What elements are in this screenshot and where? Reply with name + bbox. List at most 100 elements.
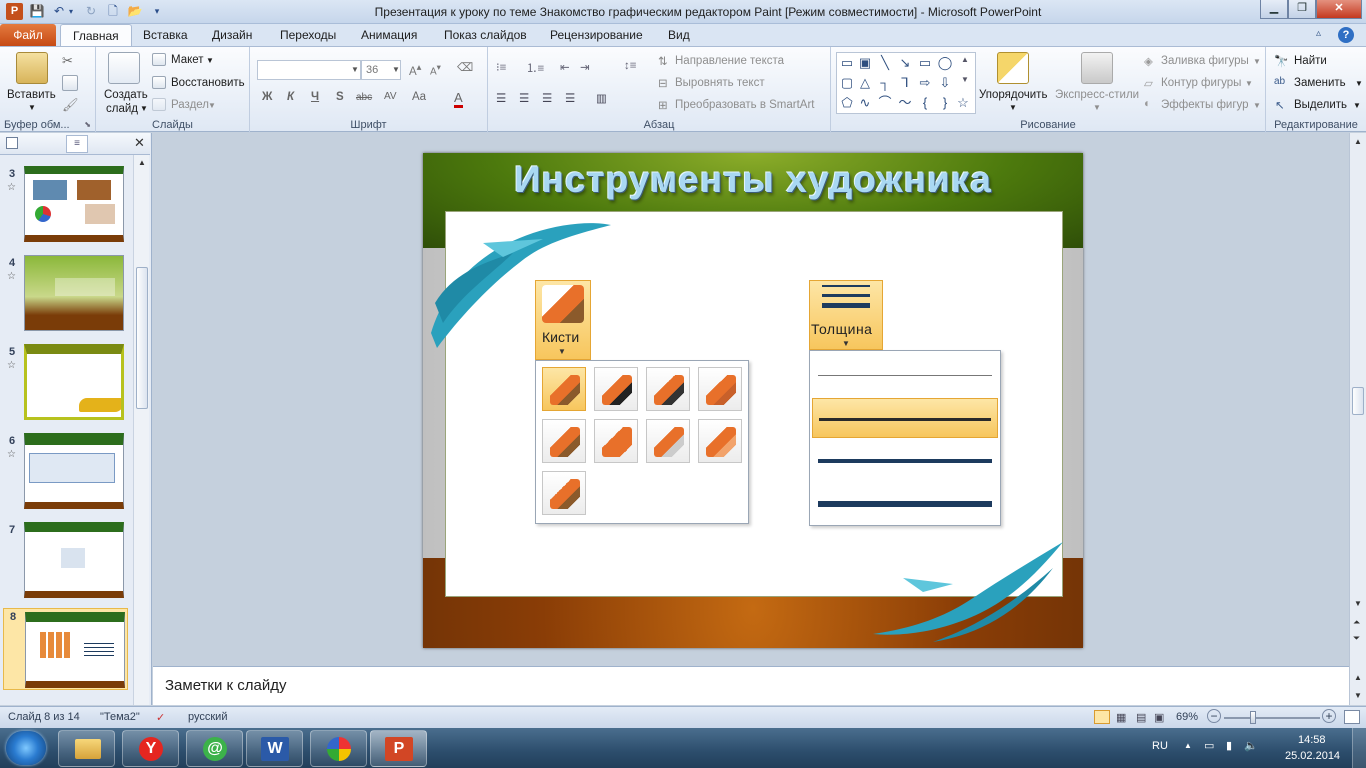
slide-thumbnail-image[interactable]: [24, 433, 124, 509]
tab-transitions[interactable]: Переходы: [268, 24, 348, 46]
show-desktop-button[interactable]: [1352, 728, 1366, 768]
wave-shape-icon[interactable]: 〜: [897, 95, 913, 111]
paste-button[interactable]: Вставить: [7, 89, 56, 101]
clock-time[interactable]: 14:58: [1298, 734, 1326, 746]
thickness-option[interactable]: [812, 441, 998, 481]
paste-dropdown-icon[interactable]: ▼: [28, 103, 36, 112]
taskbar-explorer-icon[interactable]: [58, 730, 115, 767]
paste-icon[interactable]: [16, 52, 48, 84]
redo-icon[interactable]: ↻: [82, 3, 100, 20]
normal-view-icon[interactable]: [1094, 710, 1110, 724]
quick-styles-dropdown-icon[interactable]: ▼: [1093, 103, 1101, 112]
close-pane-icon[interactable]: ✕: [134, 135, 145, 151]
copy-icon[interactable]: [62, 75, 78, 91]
arrange-button[interactable]: Упорядочить: [979, 89, 1047, 101]
shape-fill-icon[interactable]: ◈: [1144, 54, 1153, 68]
oval-shape-icon[interactable]: ◯: [937, 55, 953, 71]
slide-thumbnail-image[interactable]: [24, 522, 124, 598]
curve-shape-icon[interactable]: ∿: [857, 95, 873, 111]
font-color-button[interactable]: A: [454, 90, 463, 108]
strikethrough-button[interactable]: abc: [356, 92, 372, 103]
clipboard-launcher-icon[interactable]: ⬊: [84, 120, 91, 129]
brush-option[interactable]: [542, 419, 586, 463]
brush-option[interactable]: [698, 367, 742, 411]
brushes-label[interactable]: Кисти: [542, 329, 579, 345]
tab-design[interactable]: Дизайн: [200, 24, 264, 46]
decrease-indent-icon[interactable]: ⇤: [560, 60, 570, 74]
new-document-icon[interactable]: 🗋: [104, 3, 122, 20]
increase-indent-icon[interactable]: ⇥: [580, 60, 590, 74]
notes-scroll-up-icon[interactable]: ▲: [1354, 673, 1362, 682]
slide-thumb-6[interactable]: 6 ☆: [0, 433, 150, 517]
shape-outline-dropdown-icon[interactable]: ▼: [1245, 79, 1253, 88]
grow-font-icon[interactable]: A▴: [409, 62, 421, 78]
new-slide-icon[interactable]: [108, 52, 140, 84]
layout-dropdown-icon[interactable]: ▼: [206, 56, 214, 65]
thickness-option-selected[interactable]: [812, 398, 998, 438]
undo-dropdown-icon[interactable]: ▾: [66, 3, 76, 20]
font-size-dropdown-icon[interactable]: ▼: [392, 65, 400, 74]
cut-icon[interactable]: ✂: [62, 53, 78, 69]
tray-signal-icon[interactable]: ▮: [1226, 739, 1232, 752]
tray-network-icon[interactable]: ▭: [1204, 739, 1214, 752]
minimize-button[interactable]: ▁: [1260, 0, 1288, 19]
line-spacing-icon[interactable]: ↕≡: [624, 60, 636, 72]
zoom-slider-thumb[interactable]: [1250, 711, 1256, 724]
smartart-icon[interactable]: ⊞: [658, 98, 668, 112]
spellcheck-icon[interactable]: ✓: [156, 711, 165, 724]
thickness-label[interactable]: Толщина: [811, 321, 872, 337]
replace-dropdown-icon[interactable]: ▼: [1355, 79, 1363, 88]
slide-thumbnail-image[interactable]: [24, 255, 124, 331]
notes-scroll-down-icon[interactable]: ▼: [1354, 691, 1362, 700]
align-text-button[interactable]: Выровнять текст: [675, 77, 765, 89]
font-name-combo[interactable]: [257, 60, 361, 80]
shape-fill-button[interactable]: Заливка фигуры: [1161, 55, 1249, 67]
italic-button[interactable]: К: [287, 91, 294, 103]
customize-toolbar-icon[interactable]: ▾: [148, 3, 166, 20]
tab-insert[interactable]: Вставка: [131, 24, 200, 46]
slide-thumb-8-selected[interactable]: 8: [3, 608, 128, 690]
brush-option[interactable]: [646, 367, 690, 411]
select-dropdown-icon[interactable]: ▼: [1353, 101, 1361, 110]
thickness-dropdown-icon[interactable]: ▼: [842, 339, 850, 348]
clear-format-icon[interactable]: ⌫: [457, 60, 473, 74]
brush-option[interactable]: [698, 419, 742, 463]
slide-thumbnail-image[interactable]: [25, 612, 125, 688]
shapes-scroll-down-icon[interactable]: ▼: [961, 75, 969, 84]
replace-button[interactable]: Заменить: [1294, 77, 1346, 89]
slide-thumbnail-image[interactable]: [24, 344, 124, 420]
zoom-level[interactable]: 69%: [1176, 711, 1198, 723]
smartart-button[interactable]: Преобразовать в SmartArt: [675, 99, 815, 111]
slides-tab-icon[interactable]: [6, 137, 18, 149]
numbering-icon[interactable]: ⒈≡: [526, 60, 544, 76]
quick-styles-button[interactable]: Экспресс-стили: [1055, 89, 1139, 101]
close-button[interactable]: ✕: [1316, 0, 1362, 19]
align-text-icon[interactable]: ⊟: [658, 76, 668, 90]
tab-home[interactable]: Главная: [60, 24, 132, 46]
select-button[interactable]: Выделить: [1294, 99, 1347, 111]
tab-view[interactable]: Вид: [656, 24, 702, 46]
slideshow-view-icon[interactable]: ▣: [1154, 711, 1164, 724]
find-icon[interactable]: 🔭: [1274, 54, 1288, 68]
zoom-out-icon[interactable]: −: [1207, 709, 1221, 723]
align-right-icon[interactable]: ☰: [542, 91, 552, 105]
start-button-icon[interactable]: [6, 731, 46, 765]
shadow-button[interactable]: S: [336, 91, 344, 103]
right-brace-shape-icon[interactable]: }: [937, 95, 953, 111]
taskbar-word-icon[interactable]: W: [246, 730, 303, 767]
shape-effects-icon[interactable]: ◐: [1144, 98, 1151, 110]
notes-placeholder[interactable]: Заметки к слайду: [165, 677, 287, 694]
taskbar-yandex-browser-icon[interactable]: Y: [122, 730, 179, 767]
keyboard-language[interactable]: RU: [1152, 740, 1168, 752]
taskbar-mail-agent-icon[interactable]: @: [186, 730, 243, 767]
prev-slide-icon[interactable]: ⏶: [1353, 617, 1360, 628]
bold-button[interactable]: Ж: [262, 91, 272, 103]
fit-to-window-icon[interactable]: [1344, 710, 1360, 724]
section-dropdown-icon[interactable]: ▼: [208, 101, 216, 110]
zoom-slider[interactable]: [1224, 717, 1320, 719]
current-slide[interactable]: Инструменты художника Кисти ▼ Толщина ▼: [423, 153, 1083, 648]
arrange-icon[interactable]: [997, 52, 1029, 84]
elbow-connector-shape-icon[interactable]: ⅂: [897, 75, 913, 91]
brushes-dropdown-icon[interactable]: ▼: [558, 347, 566, 356]
taskbar-paint-icon[interactable]: [310, 730, 367, 767]
